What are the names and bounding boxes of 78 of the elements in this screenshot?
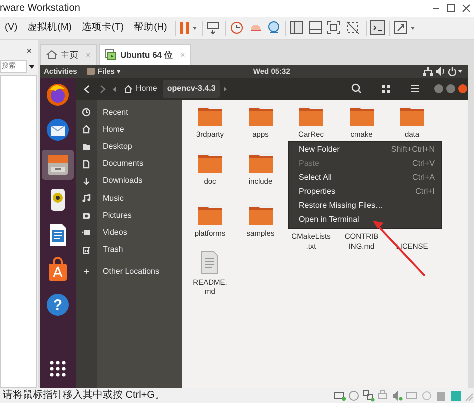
sound-icon[interactable] [392, 390, 404, 402]
sidebar-item[interactable]: Home [97, 124, 124, 136]
pause-icon[interactable] [179, 21, 192, 35]
folder-icon[interactable] [82, 142, 91, 152]
sidebar-item[interactable]: Trash [97, 244, 124, 256]
shortcut-hint: Ctrl+A [412, 172, 435, 184]
back-icon [84, 84, 90, 94]
sidebar-item[interactable]: Other Locations [97, 266, 160, 278]
minimize-icon[interactable] [434, 84, 444, 94]
add-mark: + [84, 266, 90, 280]
sidebar-item[interactable]: Videos [97, 226, 128, 239]
shortcut-hint: Shift+Ctrl+N [391, 144, 435, 156]
mail-icon[interactable] [45, 117, 71, 143]
menu-item[interactable]: Restore Missing Files… [289, 199, 441, 213]
folder-icon[interactable] [248, 104, 274, 127]
path-button[interactable]: Home [120, 80, 162, 98]
window-title: rware Workstation [0, 2, 80, 16]
terminal-icon[interactable] [370, 20, 386, 36]
sidebar-item[interactable]: Pictures [97, 210, 132, 222]
menu-item[interactable]: 帮助(H) [129, 20, 172, 36]
sidebar-item[interactable]: Music [97, 192, 124, 205]
network-icon[interactable] [423, 67, 433, 76]
sidebar-view-icon[interactable] [289, 20, 306, 36]
fullscreen-icon[interactable] [393, 20, 410, 36]
maximize-icon[interactable] [446, 84, 456, 94]
folder-icon[interactable] [197, 104, 224, 127]
scroll-left-icon[interactable] [112, 84, 118, 94]
forward-icon [100, 84, 106, 94]
trash-icon[interactable] [82, 246, 91, 255]
clock-icon[interactable] [266, 20, 282, 36]
music-icon[interactable] [82, 194, 91, 204]
sidebar-item[interactable]: Downloads [97, 175, 143, 188]
menu-item[interactable]: (V) [0, 20, 23, 36]
close-icon[interactable] [458, 84, 468, 94]
folder-icon[interactable] [248, 203, 274, 226]
menu-item[interactable]: Properties Ctrl+I [289, 185, 441, 199]
help-icon[interactable] [45, 292, 71, 318]
home-icon [46, 49, 58, 61]
browser-icon[interactable] [45, 82, 71, 108]
folder-icon[interactable] [399, 104, 426, 127]
clock-icon[interactable] [82, 108, 91, 118]
send-keys-icon[interactable] [206, 20, 222, 36]
menu-item[interactable]: 虚拟机(M) [22, 20, 77, 36]
shortcut-hint: Ctrl+V [412, 158, 435, 170]
tab[interactable]: 主页 × [40, 44, 97, 65]
volume-icon[interactable] [436, 67, 446, 76]
sidebar-item[interactable]: Documents [97, 158, 144, 170]
video-icon[interactable] [82, 228, 91, 238]
dropdown-icon[interactable] [28, 62, 36, 70]
sidebar-item[interactable]: Recent [97, 106, 128, 119]
network-icon[interactable] [362, 390, 374, 402]
home-icon [124, 84, 133, 94]
tab[interactable]: Ubuntu 64 位 × [99, 44, 192, 65]
camera-icon[interactable] [82, 211, 91, 220]
files-icon [87, 68, 96, 75]
download-icon[interactable] [82, 176, 91, 186]
panel-view-icon[interactable] [308, 20, 324, 36]
hide-view-icon[interactable] [344, 20, 361, 36]
clock-icon[interactable] [229, 20, 246, 36]
menu-item[interactable]: Select All Ctrl+A [289, 171, 441, 185]
menu-item[interactable]: 选项卡(T) [76, 20, 130, 36]
power-icon[interactable] [448, 67, 457, 76]
folder-icon[interactable] [248, 151, 274, 174]
help-mark: ? [53, 298, 63, 312]
status-message: 请将鼠标指针移入其中或按 Ctrl+G。 [3, 388, 165, 403]
home-icon[interactable] [82, 125, 91, 134]
close-panel-button[interactable]: × [0, 40, 38, 60]
fit-view-icon[interactable] [326, 20, 342, 36]
sidebar-item[interactable]: Desktop [97, 140, 132, 153]
shortcut-hint: Ctrl+I [416, 186, 435, 198]
folder-icon[interactable] [197, 151, 224, 174]
folder-icon[interactable] [348, 104, 375, 127]
folder-icon[interactable] [197, 203, 224, 226]
path-button[interactable]: opencv-3.4.3 [163, 80, 220, 98]
menu-item[interactable]: New Folder Shift+Ctrl+N [289, 143, 441, 157]
folder-icon[interactable] [298, 104, 324, 127]
menu-item[interactable]: Open in Terminal [289, 213, 441, 227]
vm-icon [105, 49, 118, 61]
